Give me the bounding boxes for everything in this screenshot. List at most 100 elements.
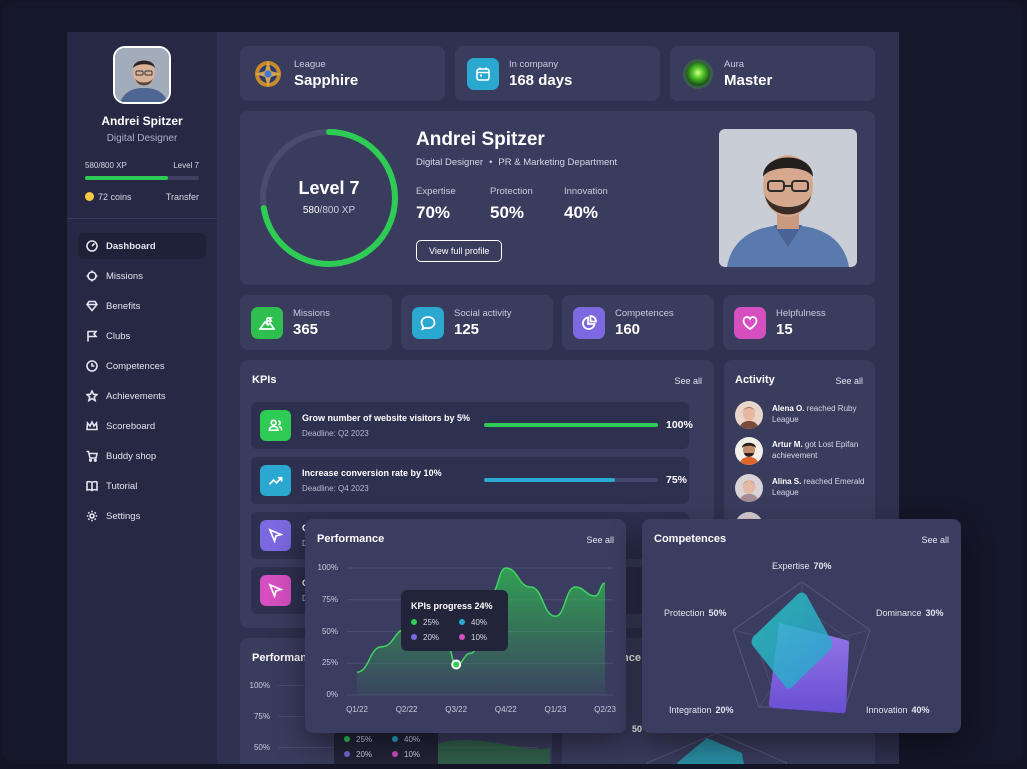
legend-item: 10%: [392, 750, 420, 759]
xp-progress-fill: [85, 176, 168, 180]
flag-icon: [87, 330, 98, 342]
pie-chart-icon: [573, 306, 605, 339]
avatar: [735, 474, 763, 502]
legend-item: 10%: [459, 633, 487, 642]
avatar[interactable]: [113, 46, 171, 104]
kpis-see-all-link[interactable]: See all: [674, 376, 702, 386]
x-tick-label: Q2/22: [395, 705, 418, 714]
hero-stat-value: 70%: [416, 203, 451, 222]
radar-axis-value: 30%: [925, 608, 944, 618]
activity-item[interactable]: Alina S. reached Emerald League: [735, 474, 865, 504]
users-icon: [260, 410, 291, 441]
x-tick-label: Q1/22: [346, 705, 368, 714]
stat-value: 365: [293, 320, 319, 338]
aura-card: Aura Master: [670, 46, 875, 101]
legend-value: 25%: [423, 618, 440, 627]
activity-item[interactable]: Artur M. got Lost Epifan achievement: [735, 437, 865, 467]
radar-label-protection: Protection 50%: [664, 608, 727, 618]
stat-value: 15: [776, 320, 793, 338]
stat-label: Competences: [615, 307, 674, 319]
legend-dot: [411, 619, 417, 625]
hero-level: Level 7: [298, 178, 360, 198]
kpi-item[interactable]: Increase conversion rate by 10% Deadline…: [251, 457, 689, 504]
missions-stat-card[interactable]: Missions 365: [240, 295, 392, 350]
transfer-link[interactable]: Transfer: [166, 192, 199, 202]
screen-frame: Andrei Spitzer Digital Designer 580/800 …: [2, 2, 1023, 764]
hero-subtitle: Digital Designer • PR & Marketing Departme…: [416, 157, 617, 168]
competences-popup: Competences See all Expertise 70% Dominan…: [642, 519, 961, 733]
trend-up-icon: [260, 465, 291, 496]
legend-item: 40%: [459, 618, 487, 627]
book-icon: [86, 480, 98, 492]
tenure-label: In company: [509, 58, 559, 70]
legend-value: 40%: [471, 618, 488, 627]
separator-dot: •: [489, 157, 493, 168]
sidebar-item-clubs[interactable]: Clubs: [78, 323, 206, 349]
aura-orb-icon: [682, 58, 714, 90]
radar-axis-value: 20%: [715, 705, 734, 715]
profile-name: Andrei Spitzer: [101, 114, 183, 128]
kpi-percent: 75%: [666, 474, 688, 486]
y-tick-label: 75%: [321, 594, 338, 604]
radar-label-innovation: Innovation 40%: [866, 705, 930, 715]
sidebar-item-settings[interactable]: Settings: [78, 503, 206, 529]
y-tick-label: 0%: [326, 690, 338, 699]
xp-label: 580/800 XP: [85, 161, 127, 170]
sidebar-item-achievements[interactable]: Achievements: [78, 383, 206, 409]
background-radar: [647, 733, 787, 764]
radar-axis-value: 50%: [708, 608, 727, 618]
view-full-profile-button[interactable]: View full profile: [416, 240, 503, 262]
legend-item: 40%: [392, 735, 420, 744]
sidebar-item-label: Buddy shop: [106, 450, 157, 462]
profile-role: Digital Designer: [106, 133, 178, 144]
y-tick-label: 25%: [321, 658, 338, 668]
sidebar-divider: [67, 218, 217, 219]
stat-value: 125: [454, 320, 480, 338]
sidebar-item-tutorial[interactable]: Tutorial: [78, 473, 206, 499]
hero-department: PR & Marketing Department: [498, 157, 618, 168]
sidebar-nav: Dashboard Missions Benefits Clubs Compet…: [78, 233, 206, 533]
legend-value: 40%: [404, 735, 421, 744]
radar-axis-label: Expertise: [772, 561, 810, 571]
profile-photo: [719, 129, 857, 267]
clock-icon: [86, 360, 98, 372]
hero-name: Andrei Spitzer: [416, 129, 545, 150]
sidebar: Andrei Spitzer Digital Designer 580/800 …: [67, 32, 217, 764]
sidebar-item-buddy-shop[interactable]: Buddy shop: [78, 443, 206, 469]
league-card: League Sapphire: [240, 46, 445, 101]
aura-label: Aura: [724, 58, 745, 70]
hero-stat-value: 50%: [490, 203, 525, 222]
legend-value: 20%: [423, 633, 440, 642]
sidebar-item-label: Achievements: [106, 390, 166, 402]
sidebar-item-label: Settings: [106, 510, 141, 522]
sidebar-item-dashboard[interactable]: Dashboard: [78, 233, 206, 259]
kpi-item[interactable]: Grow number of website visitors by 5% De…: [251, 402, 693, 449]
legend-item: 25%: [344, 735, 372, 744]
kpi-deadline: Deadline: Q4 2023: [302, 484, 369, 493]
background-performance-title: Performan: [252, 652, 308, 664]
coin-icon: [85, 192, 94, 201]
social-activity-stat-card[interactable]: Social activity 125: [401, 295, 553, 350]
competences-stat-card[interactable]: Competences 160: [562, 295, 714, 350]
mountain-flag-icon: [251, 306, 283, 339]
legend-dot: [392, 751, 398, 757]
helpfulness-stat-card[interactable]: Helpfulness 15: [723, 295, 875, 350]
sidebar-item-missions[interactable]: Missions: [78, 263, 206, 289]
radar-axis-value: 40%: [911, 705, 930, 715]
activity-user: Alina S.: [772, 477, 802, 486]
background-value-fragment: 50: [632, 724, 643, 734]
activity-user: Artur M.: [772, 440, 803, 449]
legend-dot: [344, 751, 350, 757]
crown-icon: [86, 420, 98, 431]
radar-label-integration: Integration 20%: [669, 705, 734, 715]
legend-item: 20%: [344, 750, 372, 759]
sidebar-item-scoreboard[interactable]: Scoreboard: [78, 413, 206, 439]
heart-icon: [734, 306, 766, 339]
target-icon: [86, 270, 98, 282]
sidebar-item-competences[interactable]: Competences: [78, 353, 206, 379]
activity-see-all-link[interactable]: See all: [835, 376, 863, 386]
y-tick-label: 100%: [249, 681, 270, 690]
sidebar-item-benefits[interactable]: Benefits: [78, 293, 206, 319]
activity-item[interactable]: Alena O. reached Ruby League: [735, 401, 865, 431]
sidebar-item-label: Competences: [106, 360, 165, 372]
